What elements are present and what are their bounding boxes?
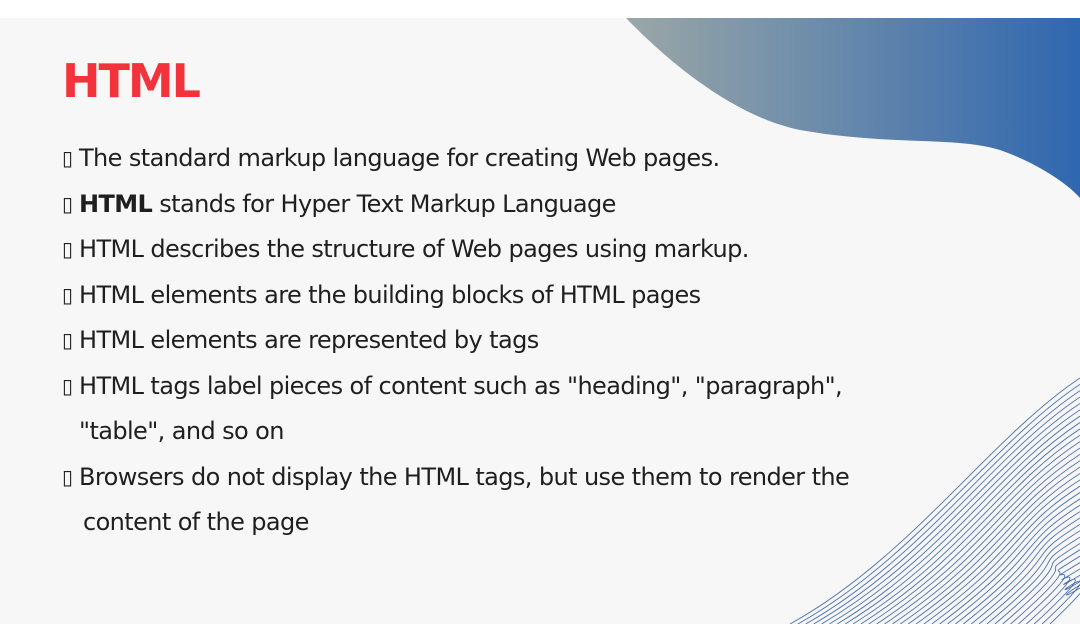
bullet-text: stands for Hyper Text Markup Language bbox=[152, 189, 616, 218]
bullet-text: HTML elements are represented by tags bbox=[79, 326, 539, 354]
bullet-marker-icon: ▯ bbox=[62, 237, 74, 261]
wave-line bbox=[963, 517, 1080, 624]
list-item: ▯ Browsers do not display the HTML tags,… bbox=[62, 455, 962, 546]
page-title: HTML bbox=[62, 54, 201, 108]
slide: HTML ▯ The standard markup language for … bbox=[0, 18, 1080, 624]
list-item: ▯ HTML elements are the building blocks … bbox=[62, 273, 962, 319]
list-item: ▯ The standard markup language for creat… bbox=[62, 136, 962, 182]
bullet-marker-icon: ▯ bbox=[62, 328, 74, 352]
bullet-text: The standard markup language for creatin… bbox=[79, 144, 720, 172]
wave-line bbox=[1041, 580, 1080, 624]
bullet-text: HTML describes the structure of Web page… bbox=[79, 235, 749, 263]
list-item: ▯ HTML elements are represented by tags bbox=[62, 318, 962, 364]
list-item: ▯ HTML describes the structure of Web pa… bbox=[62, 227, 962, 273]
wave-line bbox=[1026, 568, 1080, 624]
list-item: ▯ HTML tags label pieces of content such… bbox=[62, 364, 962, 455]
bullet-bold-term: HTML bbox=[79, 189, 153, 218]
bullet-marker-icon: ▯ bbox=[62, 373, 74, 398]
bullet-marker-icon: ▯ bbox=[62, 464, 74, 489]
bullet-text: HTML tags label pieces of content such a… bbox=[79, 371, 843, 400]
bullet-marker-icon: ▯ bbox=[62, 146, 74, 170]
bullet-marker-icon: ▯ bbox=[62, 282, 74, 307]
bullet-list: ▯ The standard markup language for creat… bbox=[62, 136, 962, 546]
list-item: ▯ HTML stands for Hyper Text Markup Lang… bbox=[62, 182, 962, 228]
bullet-continuation: content of the page bbox=[83, 508, 309, 536]
bullet-continuation: "table", and so on bbox=[79, 417, 284, 445]
bullet-marker-icon: ▯ bbox=[62, 191, 74, 216]
bullet-text: HTML elements are the building blocks of… bbox=[79, 280, 701, 309]
bullet-text: Browsers do not display the HTML tags, b… bbox=[79, 462, 850, 491]
